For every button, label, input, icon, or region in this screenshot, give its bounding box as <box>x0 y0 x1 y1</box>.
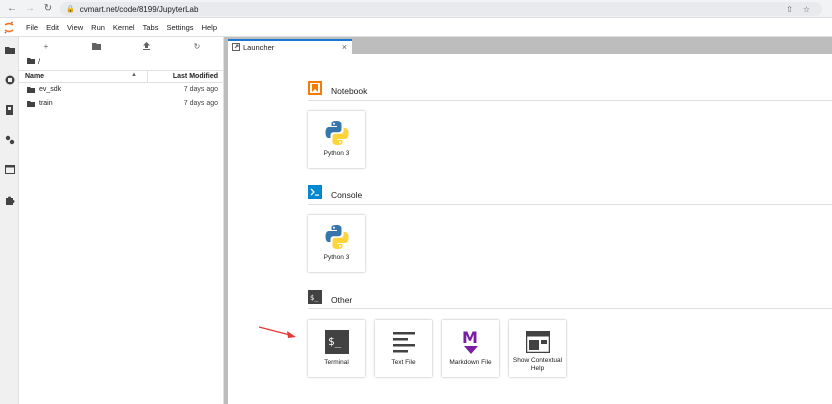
file-list-item[interactable]: ev_sdk 7 days ago <box>19 84 224 97</box>
python-logo-icon <box>323 223 350 250</box>
column-divider[interactable] <box>147 71 148 83</box>
file-name: ev_sdk <box>39 86 62 93</box>
terminal-icon-text: $_ <box>328 335 342 348</box>
python-logo-icon <box>323 119 350 146</box>
markdown-icon: M <box>457 328 484 355</box>
launcher-card-python3-console[interactable]: Python 3 <box>308 215 365 272</box>
launcher-card-markdown-file[interactable]: M Markdown File <box>442 320 499 377</box>
menu-kernel[interactable]: Kernel <box>113 23 135 32</box>
browser-toolbar: ← → ↻ 🔒 cvmart.net/code/8199/JupyterLab … <box>0 0 832 18</box>
launcher-card-contextual-help[interactable]: Show Contextual Help <box>509 320 566 377</box>
column-last-modified[interactable]: Last Modified <box>173 73 218 80</box>
new-launcher-icon[interactable]: + <box>41 41 51 51</box>
breadcrumb-path[interactable]: / <box>38 57 40 66</box>
file-browser-panel: + ↻ / Name ▲ Last Modified ev_sdk 7 days… <box>19 37 224 404</box>
running-kernels-icon[interactable] <box>4 74 15 85</box>
section-label: Console <box>331 189 363 200</box>
refresh-icon[interactable]: ↻ <box>192 41 202 51</box>
text-file-icon <box>390 328 417 355</box>
launcher-card-terminal[interactable]: $_ Terminal <box>308 320 365 377</box>
section-divider <box>308 100 832 101</box>
menu-run[interactable]: Run <box>91 23 105 32</box>
left-activity-bar <box>0 37 19 404</box>
folder-icon[interactable] <box>4 44 15 55</box>
git-icon[interactable] <box>4 104 15 115</box>
back-icon[interactable]: ← <box>6 3 18 15</box>
file-list-item[interactable]: train 7 days ago <box>19 98 224 111</box>
bookmark-star-icon[interactable]: ☆ <box>803 5 810 14</box>
launcher-card-python3-notebook[interactable]: Python 3 <box>308 111 365 168</box>
close-icon[interactable]: × <box>342 42 347 52</box>
extension-icon[interactable] <box>4 194 15 205</box>
reload-icon[interactable]: ↻ <box>42 3 54 15</box>
tab-bar: Launcher × <box>224 37 832 54</box>
menu-edit[interactable]: Edit <box>46 23 59 32</box>
address-bar[interactable]: 🔒 cvmart.net/code/8199/JupyterLab ⇧ ☆ <box>60 2 822 16</box>
tab-label: Launcher <box>243 43 275 52</box>
folder-icon <box>27 87 35 95</box>
tab-launcher[interactable]: Launcher × <box>228 39 352 54</box>
new-folder-icon[interactable] <box>91 41 101 51</box>
section-console: Console <box>308 185 362 204</box>
launcher: Notebook Python 3 Console Python 3 $_ Ot… <box>224 54 832 404</box>
column-name[interactable]: Name <box>25 73 44 80</box>
launcher-card-text-file[interactable]: Text File <box>375 320 432 377</box>
breadcrumb[interactable]: / <box>27 57 40 66</box>
forward-icon[interactable]: → <box>24 3 36 15</box>
url-text: cvmart.net/code/8199/JupyterLab <box>79 4 199 14</box>
menu-tabs[interactable]: Tabs <box>143 23 159 32</box>
section-label: Other <box>331 294 353 305</box>
annotation-arrow-icon <box>258 326 298 345</box>
card-label: Python 3 <box>323 254 350 261</box>
file-modified: 7 days ago <box>183 100 218 107</box>
folder-icon <box>27 101 35 109</box>
menu-file[interactable]: File <box>26 23 38 32</box>
file-list-header: Name ▲ Last Modified <box>19 70 224 83</box>
card-label: Text File <box>391 359 416 366</box>
tabs-icon[interactable] <box>4 164 15 175</box>
section-other: $_ Other <box>308 290 352 309</box>
card-label: Markdown File <box>449 359 492 366</box>
menu-view[interactable]: View <box>67 23 83 32</box>
notebook-icon <box>308 81 322 100</box>
property-inspector-icon[interactable] <box>4 134 15 145</box>
menu-bar: File Edit View Run Kernel Tabs Settings … <box>0 19 832 37</box>
lock-icon: 🔒 <box>66 6 75 13</box>
file-modified: 7 days ago <box>183 86 218 93</box>
console-icon <box>308 185 322 204</box>
card-label: Python 3 <box>323 150 350 157</box>
card-label: Show Contextual Help <box>512 357 563 372</box>
upload-icon[interactable] <box>141 41 151 51</box>
terminal-icon: $_ <box>323 328 350 355</box>
markdown-icon-letter: M <box>462 329 478 347</box>
card-label: Terminal <box>324 359 349 366</box>
section-divider <box>308 204 832 205</box>
section-label: Notebook <box>331 85 368 96</box>
other-terminal-icon: $_ <box>308 290 322 309</box>
sort-ascending-icon[interactable]: ▲ <box>131 72 137 78</box>
main-dock-area: Launcher × Notebook Python 3 Console Pyt… <box>224 37 832 404</box>
share-icon[interactable]: ⇧ <box>786 5 793 14</box>
section-divider <box>308 308 832 309</box>
jupyter-logo-icon <box>0 19 18 37</box>
contextual-help-icon <box>524 328 551 355</box>
menu-help[interactable]: Help <box>202 23 217 32</box>
launcher-icon <box>232 42 240 53</box>
file-name: train <box>39 100 53 107</box>
section-notebook: Notebook <box>308 81 367 100</box>
svg-text:$_: $_ <box>310 294 319 302</box>
folder-icon <box>27 57 35 66</box>
menu-settings[interactable]: Settings <box>166 23 193 32</box>
